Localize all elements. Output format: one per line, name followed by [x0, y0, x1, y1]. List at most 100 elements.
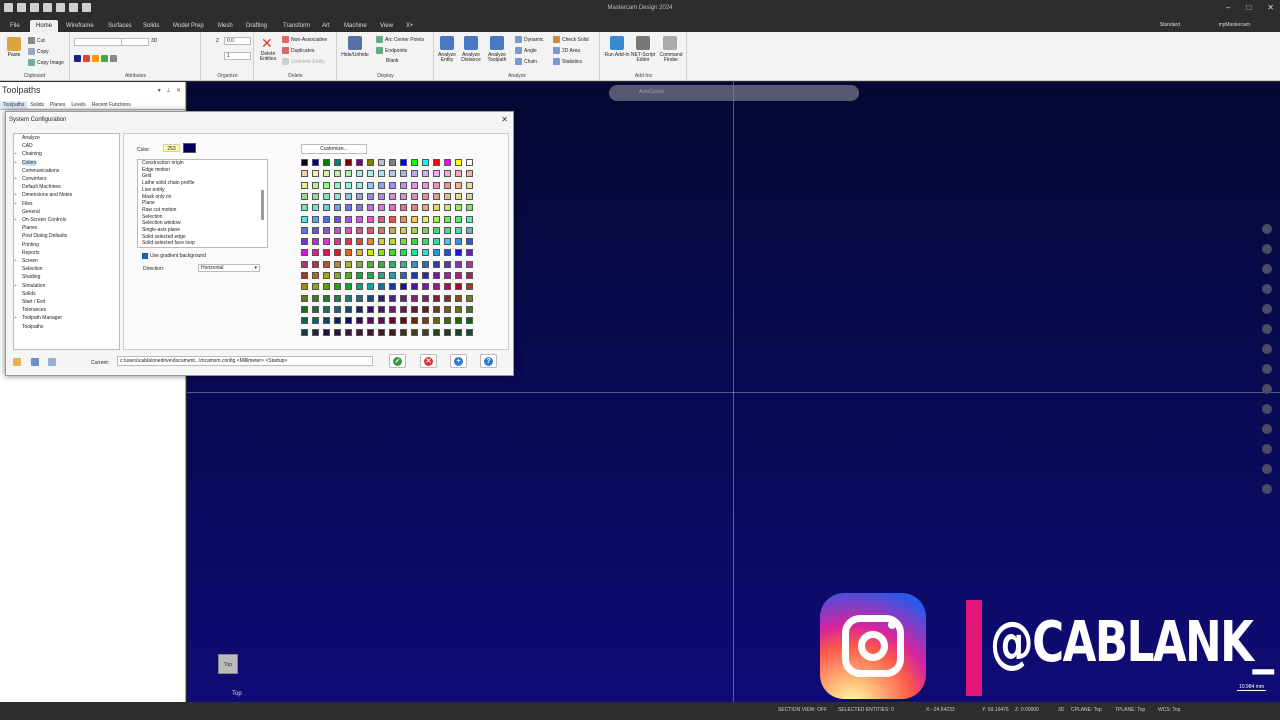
palette-swatch[interactable]: [378, 272, 385, 279]
palette-swatch[interactable]: [334, 204, 341, 212]
ok-button[interactable]: ✓: [389, 354, 406, 368]
palette-swatch[interactable]: [455, 238, 462, 246]
palette-swatch[interactable]: [466, 294, 473, 302]
palette-swatch[interactable]: [334, 238, 341, 246]
palette-swatch[interactable]: [356, 294, 363, 302]
palette-swatch[interactable]: [378, 215, 385, 223]
mask-results-icon[interactable]: [1262, 444, 1272, 454]
palette-swatch[interactable]: [433, 170, 440, 178]
tree-item[interactable]: Printing: [14, 242, 39, 248]
palette-swatch[interactable]: [323, 294, 330, 302]
palette-swatch[interactable]: [400, 317, 407, 325]
color-number-field[interactable]: 253: [163, 144, 180, 152]
palette-swatch[interactable]: [433, 305, 440, 313]
palette-swatch[interactable]: [400, 204, 407, 212]
chain-button[interactable]: Chain: [515, 58, 537, 65]
close-panel-icon[interactable]: ✕: [176, 87, 181, 94]
palette-swatch[interactable]: [433, 192, 440, 200]
mask-splines-icon[interactable]: [1262, 304, 1272, 314]
palette-swatch[interactable]: [345, 328, 352, 336]
palette-swatch[interactable]: [378, 249, 385, 257]
palette-swatch[interactable]: [356, 170, 363, 178]
dropdown-icon[interactable]: ▾: [158, 87, 161, 94]
palette-swatch[interactable]: [356, 226, 363, 234]
palette-swatch[interactable]: [455, 305, 462, 313]
palette-swatch[interactable]: [334, 272, 341, 279]
tree-item[interactable]: Post Dialog Defaults: [14, 233, 67, 239]
palette-swatch[interactable]: [301, 317, 308, 325]
blank-button[interactable]: Blank: [386, 58, 399, 64]
palette-swatch[interactable]: [378, 260, 385, 268]
list-scrollbar[interactable]: [261, 190, 264, 220]
palette-swatch[interactable]: [433, 226, 440, 234]
palette-swatch[interactable]: [444, 294, 451, 302]
color-item-list[interactable]: Construction origin Edge motion Grid Lathe …: [137, 159, 268, 248]
palette-swatch[interactable]: [312, 238, 319, 246]
palette-swatch[interactable]: [422, 181, 429, 189]
tab-home[interactable]: Home: [30, 20, 59, 32]
palette-swatch[interactable]: [301, 192, 308, 200]
palette-swatch[interactable]: [301, 181, 308, 189]
palette-swatch[interactable]: [433, 317, 440, 325]
autocursor-toolbar[interactable]: AutoCursor: [609, 85, 859, 101]
palette-swatch[interactable]: [312, 192, 319, 200]
tab-recent-functions[interactable]: Recent Functions: [89, 101, 134, 109]
palette-swatch[interactable]: [455, 272, 462, 279]
palette-swatch[interactable]: [444, 238, 451, 246]
tree-item[interactable]: Tolerances: [14, 307, 46, 313]
palette-swatch[interactable]: [345, 317, 352, 325]
palette-swatch[interactable]: [411, 249, 418, 257]
palette-swatch[interactable]: [312, 249, 319, 257]
palette-swatch[interactable]: [411, 238, 418, 246]
solid-color-icon[interactable]: [92, 54, 99, 62]
tree-expand-icon[interactable]: +: [14, 283, 22, 289]
palette-swatch[interactable]: [378, 226, 385, 234]
palette-swatch[interactable]: [389, 238, 396, 246]
palette-swatch[interactable]: [455, 170, 462, 178]
palette-swatch[interactable]: [356, 238, 363, 246]
palette-swatch[interactable]: [444, 170, 451, 178]
palette-swatch[interactable]: [334, 192, 341, 200]
palette-swatch[interactable]: [356, 283, 363, 291]
palette-swatch[interactable]: [345, 305, 352, 313]
palette-swatch[interactable]: [312, 305, 319, 313]
palette-swatch[interactable]: [301, 283, 308, 291]
palette-swatch[interactable]: [466, 181, 473, 189]
customize-button[interactable]: Customize...: [301, 144, 367, 154]
palette-swatch[interactable]: [400, 170, 407, 178]
net-script-icon[interactable]: [636, 36, 650, 50]
tree-item[interactable]: Toolpaths: [14, 324, 43, 330]
palette-swatch[interactable]: [455, 192, 462, 200]
palette-swatch[interactable]: [411, 159, 418, 166]
tree-expand-icon[interactable]: +: [14, 192, 22, 198]
palette-swatch[interactable]: [455, 317, 462, 325]
palette-swatch[interactable]: [433, 283, 440, 291]
palette-swatch[interactable]: [356, 328, 363, 336]
palette-swatch[interactable]: [389, 249, 396, 257]
palette-swatch[interactable]: [378, 305, 385, 313]
palette-swatch[interactable]: [411, 283, 418, 291]
mask-color-icon[interactable]: [1262, 404, 1272, 414]
palette-swatch[interactable]: [400, 249, 407, 257]
tree-item[interactable]: + Colors: [14, 159, 37, 166]
palette-swatch[interactable]: [345, 192, 352, 200]
palette-swatch[interactable]: [301, 215, 308, 223]
palette-swatch[interactable]: [356, 192, 363, 200]
tab-toolpaths[interactable]: Toolpaths: [0, 101, 28, 109]
palette-swatch[interactable]: [422, 226, 429, 234]
palette-swatch[interactable]: [312, 294, 319, 302]
palette-swatch[interactable]: [367, 260, 374, 268]
maximize-icon[interactable]: □: [1246, 3, 1251, 12]
palette-swatch[interactable]: [301, 226, 308, 234]
palette-swatch[interactable]: [389, 192, 396, 200]
palette-swatch[interactable]: [312, 159, 319, 166]
cplane-status[interactable]: CPLANE: Top: [1071, 707, 1102, 713]
palette-swatch[interactable]: [301, 260, 308, 268]
mask-arcs-icon[interactable]: [1262, 284, 1272, 294]
palette-swatch[interactable]: [356, 159, 363, 166]
tab-view[interactable]: View: [374, 20, 399, 32]
palette-swatch[interactable]: [411, 294, 418, 302]
palette-swatch[interactable]: [455, 159, 462, 166]
palette-swatch[interactable]: [367, 305, 374, 313]
palette-swatch[interactable]: [422, 305, 429, 313]
